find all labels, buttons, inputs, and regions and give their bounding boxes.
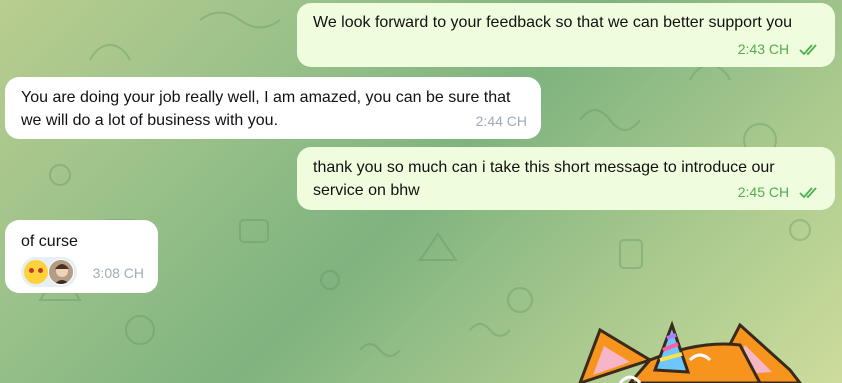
message-time: 2:45 CH [737, 184, 790, 200]
smiling-face-with-hearts-emoji [24, 260, 48, 284]
unicorn-cat-sticker [578, 320, 802, 383]
double-check-icon [799, 187, 817, 199]
message-reactions[interactable] [21, 257, 77, 287]
message-text: You are doing your job really well, I am… [21, 89, 511, 129]
message-bubble-outgoing[interactable]: thank you so much can i take this short … [297, 147, 835, 210]
message-meta: 2:45 CH [738, 181, 821, 204]
message-bubble-outgoing[interactable]: We look forward to your feedback so that… [297, 3, 835, 67]
message-bubble-incoming[interactable]: of curse 3:08 CH [5, 220, 158, 293]
message-text: of curse [21, 233, 78, 250]
message-time: 2:44 CH [475, 113, 527, 129]
message-time: 3:08 CH [92, 265, 144, 281]
message-meta: 2:43 CH [738, 38, 821, 61]
double-check-icon [799, 44, 817, 56]
message-bubble-incoming[interactable]: You are doing your job really well, I am… [5, 77, 541, 139]
avatar [48, 259, 74, 285]
message-time: 2:43 CH [737, 41, 790, 57]
message-text: We look forward to your feedback so that… [313, 14, 793, 31]
